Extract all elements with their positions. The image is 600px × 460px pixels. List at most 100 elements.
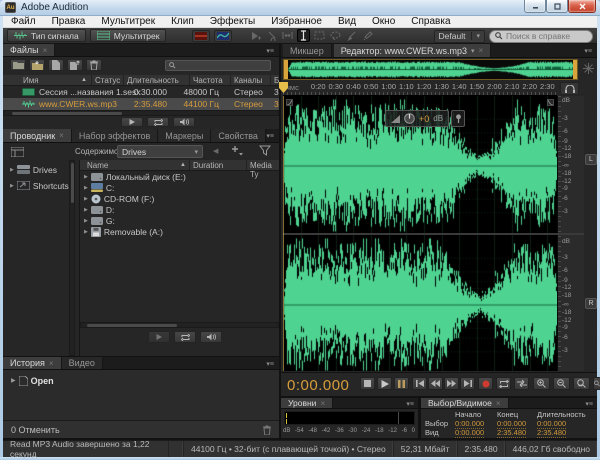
loop-playback-button[interactable] [496,377,511,390]
menu-item-5[interactable]: Избранное [263,16,330,28]
disclosure-icon[interactable]: ▶ [84,196,88,202]
files-search-box[interactable] [165,60,271,71]
overview-strip[interactable] [283,59,578,80]
tab-effects-rack[interactable]: Набор эффектов [71,129,159,142]
overview-options-icon[interactable] [583,63,594,74]
disclosure-icon[interactable]: ▶ [10,183,14,189]
time-display[interactable]: 0:00.000 [287,377,349,394]
menu-item-2[interactable]: Мультитрек [93,16,163,28]
browser-autoplay-button[interactable] [200,331,222,343]
close-icon[interactable]: × [320,399,325,408]
slip-tool[interactable] [281,29,294,42]
record-button[interactable] [478,377,493,390]
panel-menu-icon[interactable]: ▾≡ [266,360,274,368]
column-duration[interactable]: Длительность [127,76,179,85]
help-search-input[interactable] [506,31,586,41]
open-file-button[interactable] [10,59,26,71]
drive-row[interactable]: ▶ Removable (A:) [84,226,163,237]
marquee-selection-tool[interactable] [313,29,326,42]
gain-knob-icon[interactable] [404,113,415,124]
panel-menu-icon[interactable]: ▾≡ [266,47,274,55]
view-duration-value[interactable]: 2:35.480 [537,428,567,438]
title-bar[interactable]: Au Adobe Audition [0,0,600,16]
panel-menu-icon[interactable]: ▾≡ [266,132,274,140]
fade-out-handle[interactable] [547,99,554,106]
disclosure-icon[interactable]: ▶ [84,218,88,224]
menu-item-3[interactable]: Клип [163,16,202,28]
disclosure-icon[interactable]: ▶ [10,167,14,173]
files-hscrollbar[interactable] [3,110,279,116]
back-icon[interactable]: ◀ [213,147,218,155]
file-row-selected[interactable]: www.CWER.ws.mp3 2:35.480 44100 Гц Стерео… [3,98,279,110]
view-start-value[interactable]: 0:00.000 [455,428,485,438]
disclosure-icon[interactable]: ▶ [84,229,88,235]
paintbrush-selection-tool[interactable] [345,29,358,42]
lasso-selection-tool[interactable] [329,29,342,42]
move-tool[interactable] [249,29,262,42]
channel-divider[interactable] [283,233,584,235]
tab-mixer[interactable]: Микшер [283,44,332,57]
tree-vscrollbar[interactable] [69,160,75,356]
close-icon[interactable]: × [43,46,48,55]
waveform-color-swatch[interactable] [192,29,211,42]
column-bits[interactable]: Б [274,76,279,85]
menu-item-4[interactable]: Эффекты [202,16,263,28]
zoom-full-button[interactable] [593,377,600,390]
tab-markers[interactable]: Маркеры [158,129,212,142]
razor-tool[interactable] [265,29,278,42]
tab-browser[interactable]: Проводник × [3,129,72,142]
zoom-out-button[interactable] [553,377,570,390]
right-channel-badge[interactable]: R [585,298,597,309]
panel-menu-icon[interactable]: ▾≡ [585,400,593,408]
spot-healing-brush-tool[interactable] [361,29,374,42]
file-row[interactable]: Сессия ...названия 1.sesx 0:30.000 48000… [3,86,279,98]
close-icon[interactable]: × [49,359,54,368]
left-channel-badge[interactable]: L [585,154,597,165]
close-button[interactable] [568,0,596,13]
fade-in-handle[interactable] [286,99,293,106]
zoom-selection-button[interactable] [573,377,590,390]
column-name[interactable]: Имя [23,76,39,85]
drive-row[interactable]: ▶ G: [84,215,115,226]
tab-video[interactable]: Видео [61,357,103,369]
tab-levels[interactable]: Уровни × [281,398,334,408]
import-file-button[interactable] [29,59,45,71]
fast-forward-button[interactable] [444,377,459,390]
insert-into-multitrack-button[interactable] [67,59,83,71]
pause-button[interactable] [394,377,409,390]
drive-row[interactable]: ▶ CD-ROM (F:) [84,193,154,204]
preview-play-button[interactable] [121,117,143,127]
view-mode-icon[interactable] [11,147,24,157]
disclosure-icon[interactable]: ▶ [84,185,88,191]
disclosure-icon[interactable]: ▶ [84,207,88,213]
close-icon[interactable]: × [496,399,501,408]
add-shortcut-icon[interactable] [231,145,243,156]
panel-menu-icon[interactable]: ▾≡ [584,47,592,55]
tab-history[interactable]: История × [3,357,62,369]
history-entry[interactable]: ▶ Open [11,375,54,386]
tab-editor[interactable]: Редактор: www.CWER.ws.mp3 ▾ × [333,44,492,57]
auto-play-button[interactable] [173,117,195,127]
tree-item-shortcuts[interactable]: ▶ Shortcuts [10,180,69,191]
disclosure-icon[interactable]: ▶ [84,174,88,180]
column-status[interactable]: Статус [95,76,120,85]
drive-row[interactable]: ▶ C: [84,182,114,193]
browser-hscrollbar[interactable] [80,322,279,328]
column-channels[interactable]: Каналы [234,76,262,85]
column-name[interactable]: Name [87,161,108,170]
stop-button[interactable] [360,377,375,390]
tab-properties[interactable]: Свойства [211,129,266,142]
menu-item-1[interactable]: Правка [44,16,94,28]
tab-selection-view[interactable]: Выбор/Видимое × [421,398,509,408]
rewind-button[interactable] [428,377,443,390]
zoom-in-button[interactable] [533,377,550,390]
column-rate[interactable]: Частота [193,76,223,85]
level-meter[interactable] [284,411,415,425]
content-dropdown[interactable]: Drives ▾ [117,145,203,158]
skip-to-end-button[interactable] [460,377,475,390]
selection-handle-right[interactable] [573,60,577,79]
menu-item-0[interactable]: Файл [3,16,44,28]
time-ruler[interactable]: чмс 0:20 0:30 0:40 0:50 1:00 1:10 1:20 1:30 1:40… [283,81,557,96]
skip-selection-button[interactable] [514,377,529,390]
drive-row[interactable]: ▶ D: [84,204,114,215]
